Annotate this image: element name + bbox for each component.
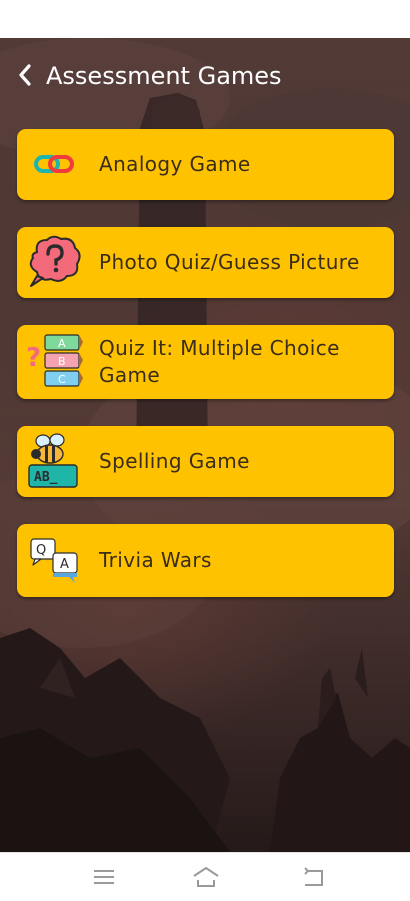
game-card-trivia-wars[interactable]: Q A Trivia Wars [17,524,394,597]
game-card-quiz-it[interactable]: ? A B C Quiz It: Multiple Choice Game [17,325,394,399]
game-label: Quiz It: Multiple Choice Game [99,336,340,387]
menu-button[interactable] [89,863,119,891]
a-letter: A [60,557,69,572]
game-card-analogy[interactable]: Analogy Game [17,129,394,200]
game-label: Trivia Wars [99,548,212,572]
choice-b-label: B [58,355,66,368]
back-button[interactable] [12,58,38,92]
qa-chat-icon: Q A [30,538,78,583]
back-nav-button[interactable] [299,863,329,891]
letter-tiles-text: AB_ [34,470,58,485]
status-bar [0,0,410,38]
linked-rings-icon [34,155,74,173]
abc-choices-icon: ? A B C [26,334,83,387]
home-icon [193,867,219,887]
choice-c-label: C [58,373,66,386]
top-app-bar: Assessment Games [0,56,410,96]
back-icon [304,867,323,886]
game-label: Photo Quiz/Guess Picture [99,250,360,274]
q-letter: Q [36,543,46,558]
system-navigation-bar [0,852,410,901]
game-card-photo-quiz[interactable]: Photo Quiz/Guess Picture [17,227,394,298]
question-bubble-icon [29,235,81,287]
page-title: Assessment Games [46,62,282,90]
game-label: Spelling Game [99,449,250,473]
game-card-spelling[interactable]: AB_ Spelling Game [17,426,394,497]
choice-a-label: A [58,337,66,350]
svg-text:?: ? [26,343,41,373]
chevron-left-icon [19,64,31,86]
home-button[interactable] [191,863,221,891]
app-screen: Assessment Games Analogy Game Photo Quiz… [0,38,410,852]
menu-icon [94,870,114,884]
bee-letters-icon: AB_ [28,433,78,488]
game-label: Analogy Game [99,152,251,176]
